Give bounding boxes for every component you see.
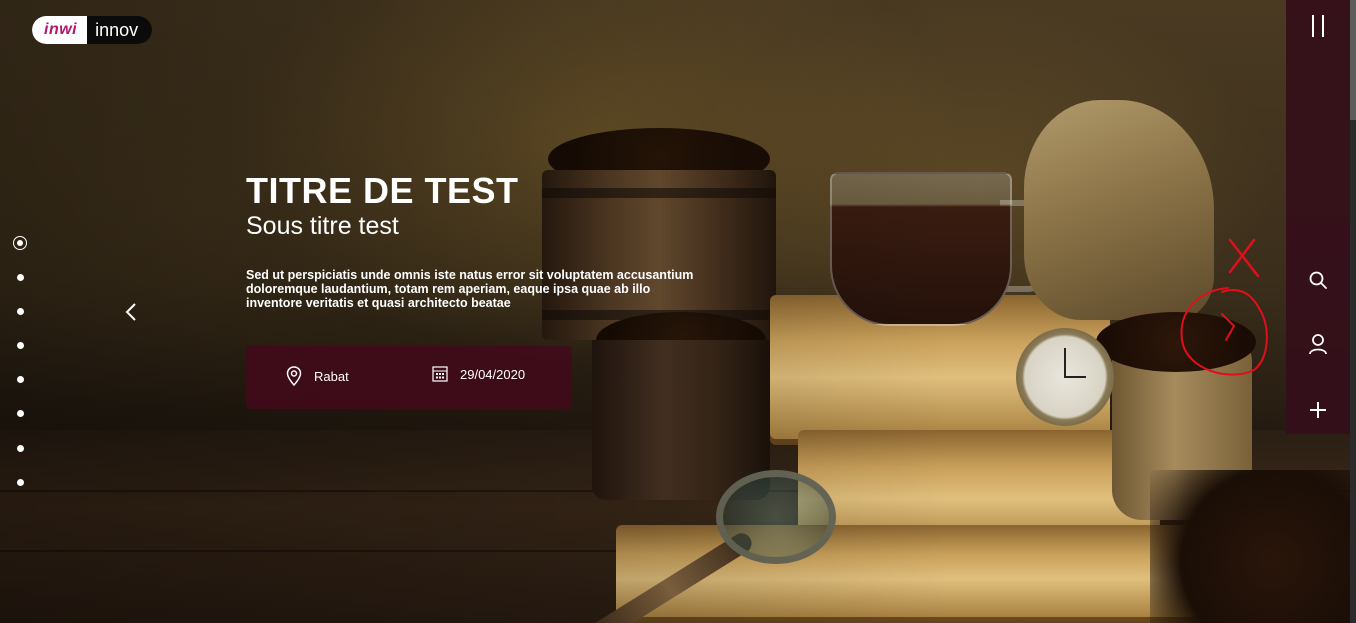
calendar-icon <box>432 366 448 382</box>
scrollbar-thumb[interactable] <box>1350 0 1356 120</box>
slide-title: TITRE DE TEST <box>246 170 519 211</box>
event-location-text: Rabat <box>314 368 349 384</box>
plus-icon <box>1310 402 1326 418</box>
slide-dot[interactable] <box>17 445 24 452</box>
event-date-text: 29/04/2020 <box>460 366 526 382</box>
menu-toggle-button[interactable] <box>1302 10 1334 42</box>
user-icon <box>1309 334 1327 355</box>
slide-dot[interactable] <box>17 410 24 417</box>
event-location: Rabat <box>286 366 349 386</box>
location-pin-icon <box>286 366 302 386</box>
logo-innov-text: innov <box>87 16 153 44</box>
slide-dot[interactable] <box>17 479 24 486</box>
slide-dot[interactable] <box>17 342 24 349</box>
add-button[interactable] <box>1302 394 1334 426</box>
chevron-left-icon <box>125 303 136 321</box>
event-info-box: Rabat 29/04/2020 <box>246 346 572 409</box>
slide-dot-active[interactable] <box>13 236 27 250</box>
brand-logo[interactable]: inwi innov <box>32 16 153 44</box>
search-icon <box>1309 271 1327 289</box>
event-date: 29/04/2020 <box>432 366 525 382</box>
right-sidebar <box>1286 0 1350 434</box>
slide-subtitle: Sous titre test <box>246 212 399 240</box>
previous-slide-button[interactable] <box>122 300 142 324</box>
hero-overlay <box>0 0 1356 623</box>
slide-description: Sed ut perspiciatis unde omnis iste natu… <box>246 268 694 310</box>
slide-dot[interactable] <box>17 308 24 315</box>
user-account-button[interactable] <box>1302 328 1334 360</box>
search-button[interactable] <box>1302 264 1334 296</box>
menu-toggle-icon <box>1312 15 1324 37</box>
logo-inwi-text: inwi <box>32 16 88 44</box>
slide-dot[interactable] <box>17 376 24 383</box>
slide-dot[interactable] <box>17 274 24 281</box>
